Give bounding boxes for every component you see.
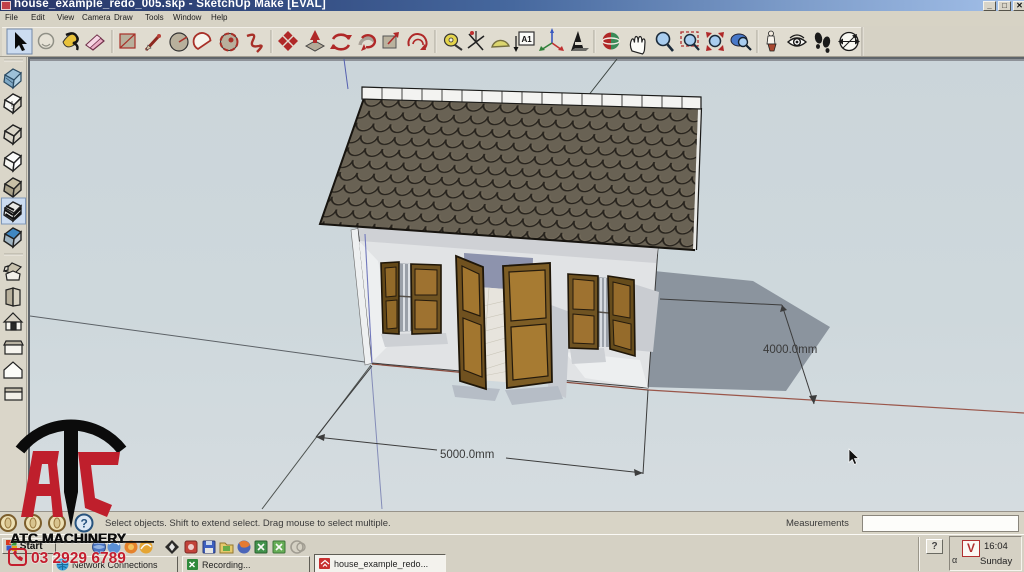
svg-text:4000.0mm: 4000.0mm bbox=[763, 344, 817, 356]
svg-text:ATC MACHINERY: ATC MACHINERY bbox=[11, 530, 128, 546]
svg-text:5000.0mm: 5000.0mm bbox=[440, 449, 494, 461]
svg-text:A1: A1 bbox=[522, 35, 533, 44]
svg-text:03 2929 6789: 03 2929 6789 bbox=[31, 550, 126, 567]
